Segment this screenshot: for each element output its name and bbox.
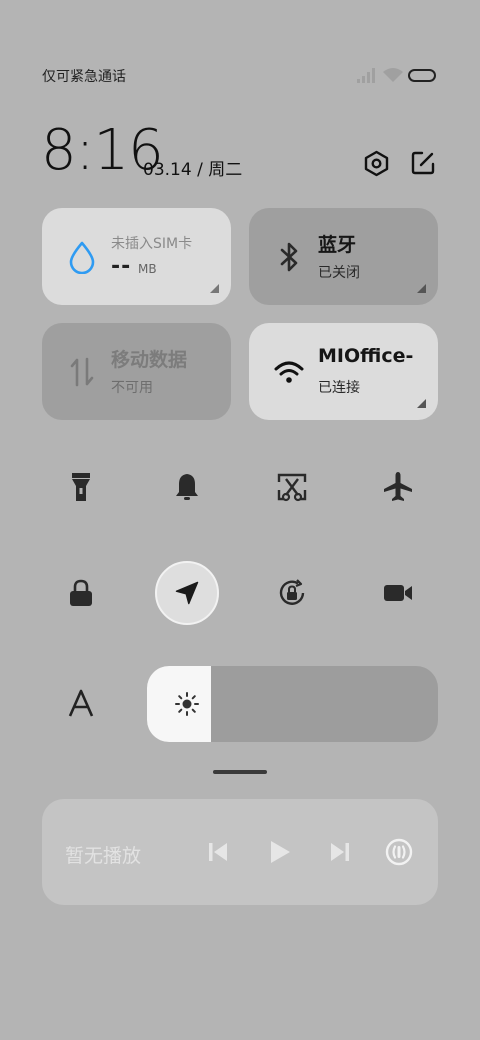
bluetooth-status: 已关闭 <box>318 265 360 281</box>
screenshot-icon <box>277 473 307 502</box>
flashlight-toggle[interactable] <box>49 455 113 519</box>
settings-icon[interactable] <box>363 150 390 177</box>
data-usage-value: -- <box>111 254 132 279</box>
edit-icon[interactable] <box>410 150 436 176</box>
drag-handle[interactable] <box>213 770 267 774</box>
clock-date: 03.14 / 周二 <box>143 160 243 180</box>
brightness-slider[interactable] <box>147 666 438 742</box>
bell-icon <box>176 474 198 500</box>
silent-toggle[interactable] <box>155 455 219 519</box>
video-icon <box>384 585 412 601</box>
media-player-card[interactable]: 暂无播放 <box>42 799 438 905</box>
lock-screen-toggle[interactable] <box>49 561 113 625</box>
expand-corner-icon <box>417 399 426 408</box>
flashlight-icon <box>72 473 90 501</box>
cast-icon[interactable] <box>385 838 413 866</box>
screen-record-toggle[interactable] <box>366 561 430 625</box>
wifi-network-name: MIOffice- <box>318 345 414 367</box>
wifi-icon <box>274 361 304 383</box>
mobile-data-status: 不可用 <box>111 380 153 396</box>
status-text: 仅可紧急通话 <box>42 69 126 85</box>
data-usage-unit: MB <box>138 262 157 276</box>
sun-icon <box>175 692 199 716</box>
water-drop-icon <box>69 241 95 274</box>
bluetooth-icon <box>280 242 298 272</box>
mobile-data-tile[interactable]: 移动数据 不可用 <box>42 323 231 420</box>
rotation-lock-icon <box>279 579 305 605</box>
expand-corner-icon <box>417 284 426 293</box>
airplane-toggle[interactable] <box>366 455 430 519</box>
signal-icon <box>357 68 375 83</box>
play-icon[interactable] <box>265 839 293 865</box>
location-toggle[interactable] <box>155 561 219 625</box>
data-usage-tile[interactable]: 未插入SIM卡 -- MB <box>42 208 231 305</box>
rotation-lock-toggle[interactable] <box>260 561 324 625</box>
media-status-text: 暂无播放 <box>65 845 142 867</box>
previous-icon[interactable] <box>205 839 231 865</box>
bluetooth-tile[interactable]: 蓝牙 已关闭 <box>249 208 438 305</box>
next-icon[interactable] <box>327 839 353 865</box>
screenshot-toggle[interactable] <box>260 455 324 519</box>
wifi-icon <box>383 68 403 82</box>
lock-icon <box>70 579 92 606</box>
wifi-tile[interactable]: MIOffice- 已连接 <box>249 323 438 420</box>
data-arrows-icon <box>70 357 94 387</box>
mobile-data-title: 移动数据 <box>111 349 188 371</box>
wifi-status: 已连接 <box>318 380 360 396</box>
airplane-icon <box>384 472 412 501</box>
expand-corner-icon <box>210 284 219 293</box>
font-size-icon[interactable] <box>66 688 96 718</box>
data-usage-title: 未插入SIM卡 <box>111 236 193 252</box>
battery-icon <box>408 69 436 82</box>
bluetooth-title: 蓝牙 <box>318 234 357 256</box>
location-icon <box>175 581 199 605</box>
